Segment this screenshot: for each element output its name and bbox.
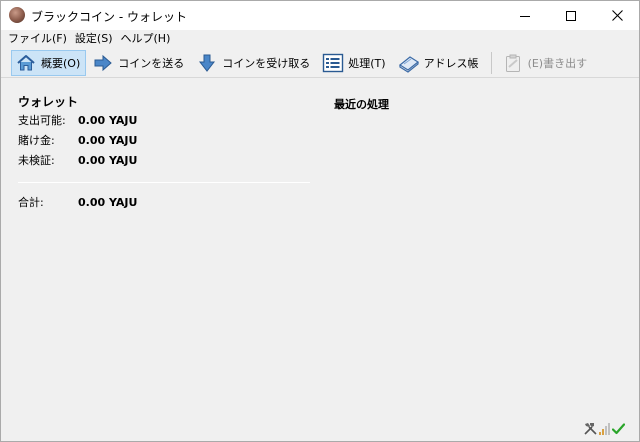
window-title: ブラックコイン - ウォレット	[31, 10, 187, 24]
stake-row: 賭け金: 0.00 YAJU	[18, 131, 310, 151]
total-row: 合計: 0.00 YAJU	[18, 193, 310, 213]
home-icon	[15, 52, 37, 74]
stake-label: 賭け金:	[18, 134, 55, 147]
arrow-down-icon	[196, 52, 218, 74]
send-coins-button[interactable]: コインを送る	[88, 50, 190, 76]
unconfirmed-value: 0.00 YAJU	[78, 154, 138, 167]
connections-icon[interactable]	[599, 422, 610, 435]
staking-tools-icon[interactable]	[584, 422, 597, 435]
toolbar-separator	[490, 51, 492, 74]
address-book-button[interactable]: アドレス帳	[394, 50, 485, 76]
balance-label: 支出可能:	[18, 114, 66, 127]
status-bar	[1, 419, 639, 441]
list-icon	[322, 52, 344, 74]
total-label: 合計:	[18, 196, 44, 209]
overview-button[interactable]: 概要(O)	[11, 49, 87, 76]
app-logo-icon	[9, 7, 25, 23]
menu-help[interactable]: ヘルプ(H)	[117, 30, 175, 48]
clipboard-icon	[502, 52, 524, 74]
minimize-button[interactable]	[502, 1, 548, 30]
transactions-label: 処理(T)	[348, 56, 386, 70]
toolbar: 概要(O) コインを送る コインを受け取る 処理(T) アドレス帳 (E)書き出…	[1, 48, 639, 78]
overview-page: ウォレット 支出可能: 0.00 YAJU 賭け金: 0.00 YAJU 未検証…	[1, 79, 639, 419]
export-label: (E)書き出す	[527, 56, 588, 70]
export-button[interactable]: (E)書き出す	[498, 50, 594, 76]
arrow-right-icon	[92, 52, 114, 74]
receive-coins-label: コインを受け取る	[222, 56, 311, 70]
stake-value: 0.00 YAJU	[78, 134, 138, 147]
wallet-panel: ウォレット 支出可能: 0.00 YAJU 賭け金: 0.00 YAJU 未検証…	[18, 93, 310, 213]
total-value: 0.00 YAJU	[78, 196, 138, 209]
total-divider	[18, 182, 310, 183]
balance-value: 0.00 YAJU	[78, 114, 138, 127]
menu-bar: ファイル(F) 設定(S) ヘルプ(H)	[1, 30, 639, 48]
main-window: ブラックコイン - ウォレット ファイル(F) 設定(S) ヘルプ(H) 概要(…	[0, 0, 640, 442]
sync-complete-check-icon[interactable]	[612, 422, 625, 435]
title-bar: ブラックコイン - ウォレット	[1, 1, 639, 30]
unconfirmed-label: 未検証:	[18, 154, 55, 167]
address-book-label: アドレス帳	[423, 56, 479, 70]
maximize-button[interactable]	[548, 1, 594, 30]
address-book-icon	[398, 52, 420, 74]
minimize-icon	[520, 15, 530, 17]
wallet-title: ウォレット	[18, 95, 79, 109]
menu-file[interactable]: ファイル(F)	[4, 30, 71, 48]
status-icons	[582, 422, 625, 435]
receive-coins-button[interactable]: コインを受け取る	[192, 50, 316, 76]
close-button[interactable]	[594, 1, 639, 30]
menu-settings[interactable]: 設定(S)	[71, 30, 117, 48]
close-icon	[611, 10, 623, 21]
send-coins-label: コインを送る	[118, 56, 185, 70]
balance-row: 支出可能: 0.00 YAJU	[18, 111, 310, 131]
transactions-button[interactable]: 処理(T)	[318, 50, 391, 76]
recent-transactions-title: 最近の処理	[334, 98, 389, 111]
overview-label: 概要(O)	[41, 56, 81, 70]
maximize-icon	[566, 10, 576, 21]
unconfirmed-row: 未検証: 0.00 YAJU	[18, 151, 310, 171]
